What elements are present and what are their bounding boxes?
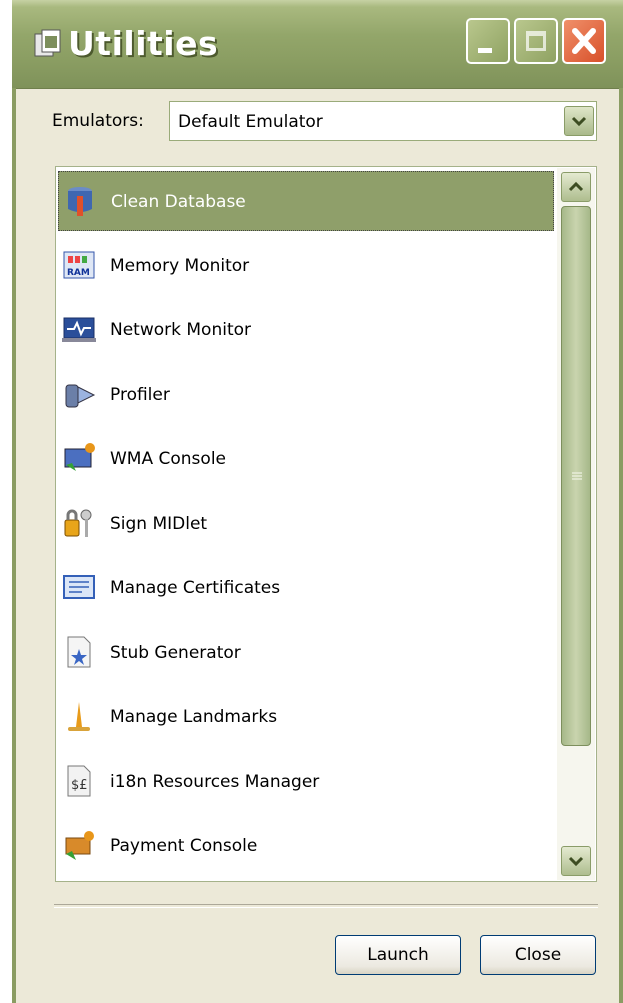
chevron-down-icon [571, 116, 587, 127]
database-cleaner-icon [68, 187, 92, 216]
chevron-up-icon [568, 181, 584, 192]
title-bar[interactable]: Utilities [12, 0, 623, 89]
tool-item[interactable]: Sign MIDlet [58, 494, 554, 554]
separator [54, 904, 598, 908]
network-monitor-icon [62, 317, 96, 342]
tool-item-label: Manage Certificates [110, 578, 281, 598]
tool-item-label: Manage Landmarks [110, 707, 278, 727]
emulators-dropdown[interactable]: Default Emulator [169, 101, 597, 141]
utilities-window: Utilities Emulators: Default Emulator Cl… [12, 0, 623, 1003]
svg-text:RAM: RAM [67, 268, 90, 278]
scroll-down-button[interactable] [561, 846, 591, 876]
minimize-button[interactable] [466, 18, 510, 64]
tool-item-label: Payment Console [110, 836, 258, 856]
launch-button[interactable]: Launch [335, 935, 461, 975]
dropdown-button[interactable] [564, 106, 594, 136]
profiler-icon [65, 384, 96, 407]
window-client: Emulators: Default Emulator Clean Databa… [16, 89, 616, 1003]
tool-item-label: Memory Monitor [110, 255, 250, 276]
tool-item-label: i18n Resources Manager [110, 771, 320, 792]
ram-icon: RAM [63, 251, 95, 278]
minimize-icon [478, 48, 492, 53]
tool-item[interactable]: WMA Console [58, 429, 554, 489]
landmark-icon [68, 702, 90, 731]
vertical-scrollbar[interactable] [557, 168, 595, 880]
tool-item-label: Clean Database [111, 192, 246, 212]
tool-item-label: Sign MIDlet [110, 513, 208, 534]
window-title: Utilities [68, 24, 219, 63]
payment-console-icon [65, 831, 94, 860]
tool-item[interactable]: Manage Certificates [58, 558, 554, 618]
tool-item[interactable]: RAM Memory Monitor [58, 236, 554, 296]
tool-item[interactable]: Payment Console [58, 816, 554, 876]
tool-item[interactable]: Profiler [58, 365, 554, 425]
tool-item[interactable]: Stub Generator [58, 623, 554, 683]
tool-item[interactable]: $£ i18n Resources Manager [58, 752, 554, 812]
tools-list[interactable]: Clean Database RAM Memory Monitor Network M… [55, 166, 597, 882]
emulators-label: Emulators: [52, 111, 144, 131]
lock-key-icon [64, 509, 92, 537]
currency-document-icon: $£ [67, 765, 91, 796]
grip-icon [572, 472, 582, 480]
close-button[interactable]: Close [480, 935, 596, 975]
app-icon [34, 29, 61, 57]
tool-item-label: WMA Console [110, 449, 226, 469]
svg-text:$£: $£ [71, 778, 88, 793]
tool-item[interactable]: Clean Database [58, 171, 554, 231]
certificate-icon [63, 575, 95, 599]
close-window-button[interactable] [562, 18, 606, 64]
tool-item-label: Profiler [110, 384, 170, 405]
stub-document-icon [67, 636, 91, 667]
wma-console-icon [64, 443, 95, 471]
chevron-down-icon [568, 856, 584, 867]
tool-item[interactable]: Manage Landmarks [58, 687, 554, 747]
maximize-icon [526, 31, 546, 51]
scroll-thumb[interactable] [561, 206, 591, 746]
tool-item-label: Stub Generator [110, 642, 241, 663]
window-border-right [619, 88, 623, 1003]
maximize-button[interactable] [514, 18, 558, 64]
tool-item[interactable]: Network Monitor [58, 300, 554, 360]
close-icon [572, 28, 596, 54]
tool-item-label: Network Monitor [110, 320, 252, 340]
emulators-selected: Default Emulator [178, 112, 323, 132]
scroll-up-button[interactable] [561, 172, 591, 202]
